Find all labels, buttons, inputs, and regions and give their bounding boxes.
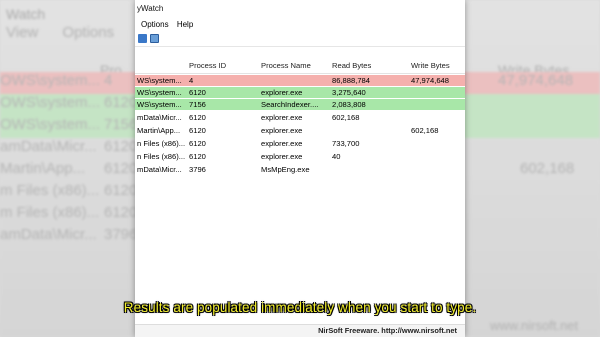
col-write-bytes[interactable]: Write Bytes [411,61,450,70]
menu-bar: Options Help [135,18,465,32]
menu-options[interactable]: Options [141,20,169,29]
table-row[interactable]: WS\system... 4 86,888,784 47,974,648 [135,75,465,86]
status-bar: NirSoft Freeware. http://www.nirsoft.net [135,324,465,337]
table-row[interactable]: mData\Micr... 6120 explorer.exe 602,168 [135,112,465,123]
toolbar [135,32,465,47]
bg-menu-options: Options [62,24,115,41]
table-row[interactable]: WS\system... 6120 explorer.exe 3,275,640 [135,87,465,98]
video-caption: Results are populated immediately when y… [123,300,477,315]
window-title: yWatch [135,0,465,18]
bg-title: Watch [6,6,46,22]
bg-menu-view: View [6,24,39,41]
table-header: Process ID Process Name Read Bytes Write… [135,57,465,74]
bg-footer: www.nirsoft.net [490,318,579,333]
col-process-name[interactable]: Process Name [261,61,311,70]
col-read-bytes[interactable]: Read Bytes [332,61,371,70]
app-window: yWatch Options Help Process ID Process N… [135,0,465,337]
menu-help[interactable]: Help [177,20,193,29]
table-row[interactable]: n Files (x86)... 6120 explorer.exe 733,700 [135,138,465,149]
col-process-id[interactable]: Process ID [189,61,226,70]
status-text: NirSoft Freeware. http://www.nirsoft.net [318,326,457,335]
table-row[interactable]: Martin\App... 6120 explorer.exe 602,168 [135,125,465,136]
table-row[interactable]: WS\system... 7156 SearchIndexer.... 2,083,8… [135,99,465,110]
table-row[interactable]: mData\Micr... 3796 MsMpEng.exe [135,164,465,175]
table-row[interactable]: n Files (x86)... 6120 explorer.exe 40 [135,151,465,162]
save-icon[interactable] [138,34,147,43]
properties-icon[interactable] [150,34,159,43]
